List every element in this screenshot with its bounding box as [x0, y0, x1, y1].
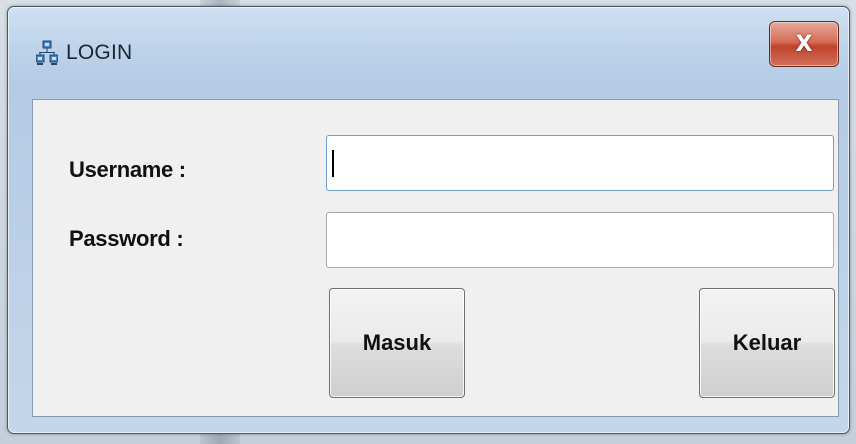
login-button[interactable]: Masuk [329, 288, 465, 398]
password-label: Password : [69, 226, 184, 251]
login-button-label: Masuk [362, 330, 432, 355]
login-form: Username : Password : Masuk Keluar [32, 99, 839, 417]
username-label: Username : [69, 157, 186, 182]
window-title: LOGIN [66, 41, 133, 64]
exit-button[interactable]: Keluar [699, 288, 835, 398]
text-caret [332, 150, 334, 177]
close-icon: X [795, 31, 813, 57]
username-input[interactable] [326, 135, 834, 191]
title-bar[interactable]: LOGIN X [8, 7, 849, 89]
password-input[interactable] [326, 212, 834, 268]
exit-button-label: Keluar [732, 330, 802, 355]
login-window: LOGIN X Username : Password : Masuk Kelu… [7, 6, 850, 434]
close-button[interactable]: X [769, 21, 839, 67]
network-computers-icon [36, 40, 58, 65]
